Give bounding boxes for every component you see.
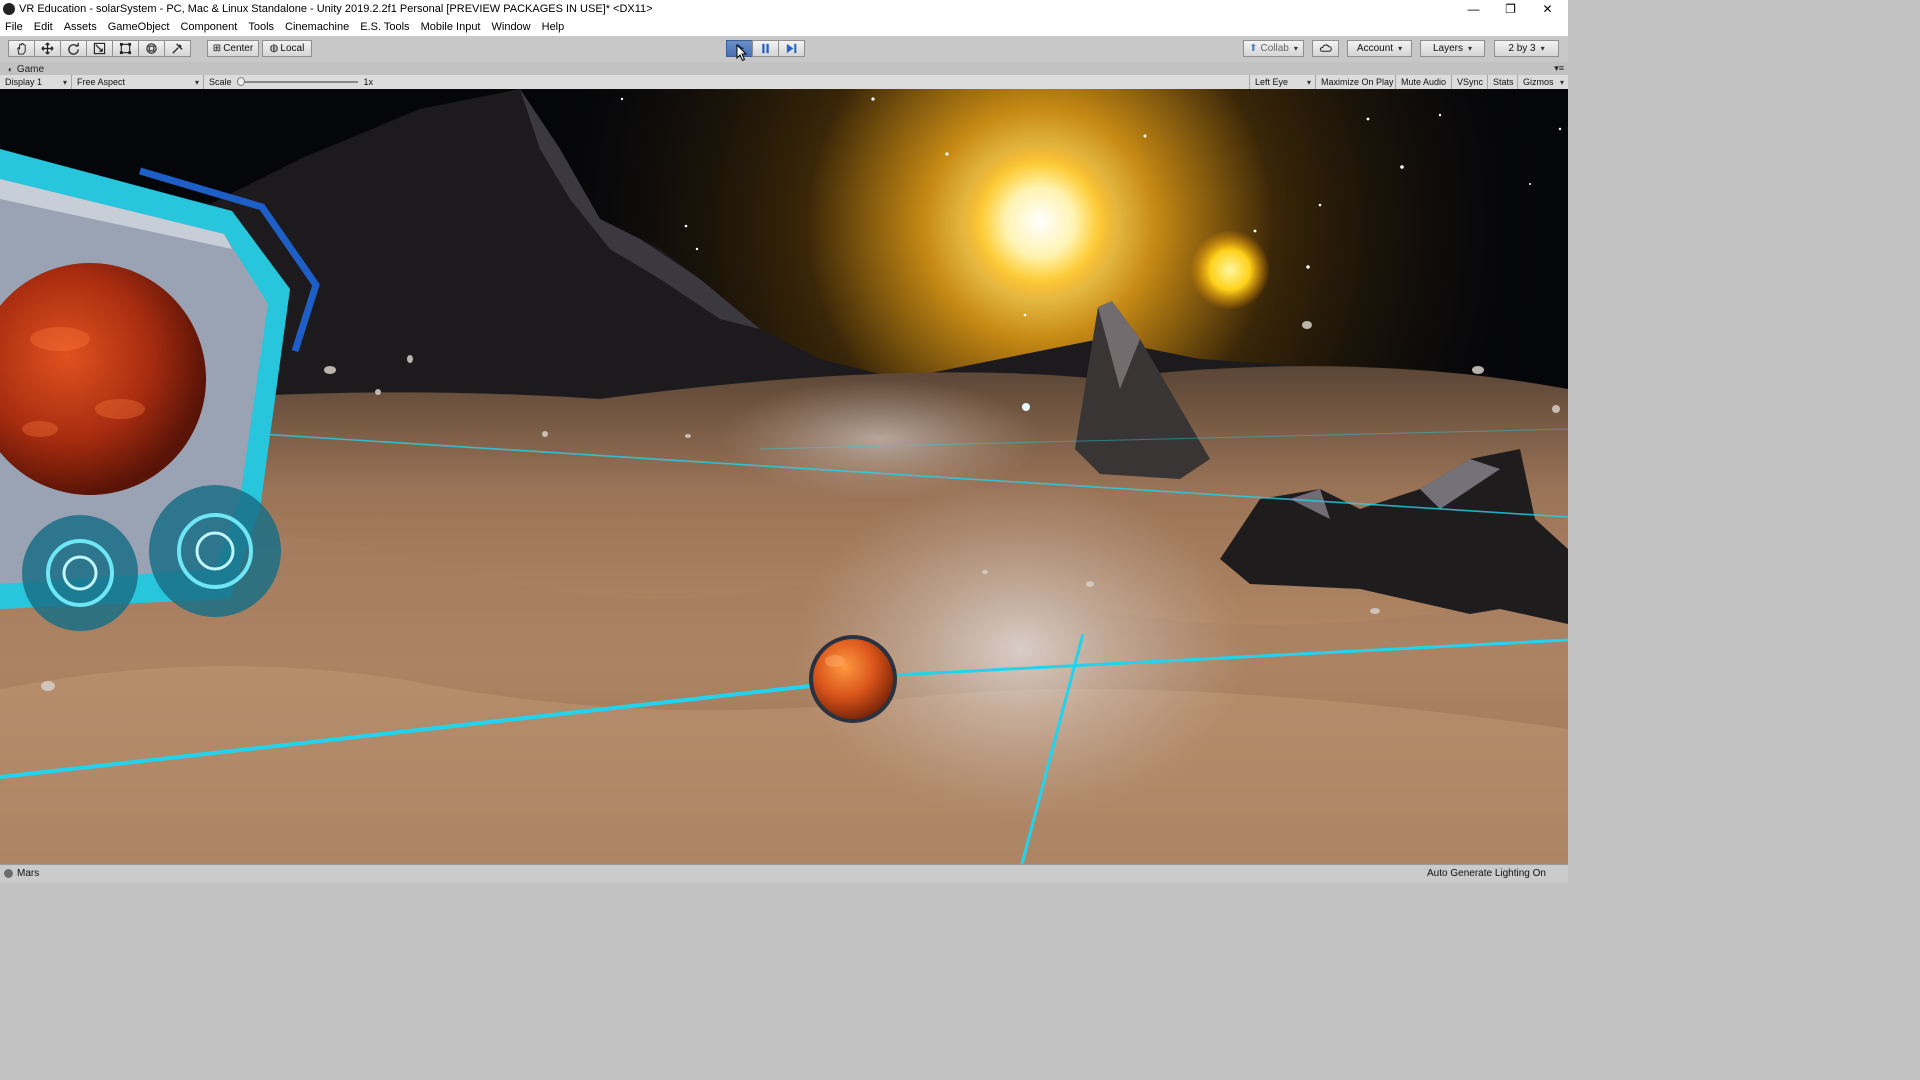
scale-value: 1x — [363, 77, 374, 87]
unity-logo-icon — [3, 3, 15, 15]
menu-help[interactable]: Help — [542, 21, 565, 33]
mouse-cursor-icon — [736, 44, 748, 62]
tab-menu-icon[interactable]: ▾≡ — [1554, 63, 1564, 74]
layers-label: Layers — [1432, 43, 1463, 54]
rotate-icon — [68, 42, 79, 55]
move-icon — [41, 42, 54, 55]
sun-small — [1190, 230, 1270, 310]
wheel-right — [149, 485, 281, 617]
space-label: Local — [280, 43, 305, 54]
maximize-label: Maximize On Play — [1321, 77, 1394, 87]
cloud-services-button[interactable] — [1312, 40, 1339, 57]
menu-cinemachine[interactable]: Cinemachine — [285, 21, 349, 33]
menu-es-tools[interactable]: E.S. Tools — [360, 21, 409, 33]
gizmos-label: Gizmos — [1523, 77, 1554, 87]
restore-button[interactable]: ❐ — [1492, 0, 1529, 18]
main-toolbar: ⊞ Center ◍ Local ⬆ Collab Account Layers… — [0, 36, 1568, 63]
game-view-icon: ◐ — [8, 65, 13, 74]
aspect-dropdown[interactable]: Free Aspect — [72, 75, 204, 89]
status-message: Mars — [17, 868, 40, 879]
maximize-on-play-toggle[interactable]: Maximize On Play — [1316, 75, 1396, 89]
game-viewport[interactable] — [0, 89, 1568, 864]
wrench-icon — [172, 43, 183, 54]
display-dropdown[interactable]: Display 1 — [0, 75, 72, 89]
step-button[interactable] — [778, 40, 805, 57]
custom-tool-button[interactable] — [164, 40, 191, 57]
hand-tool-button[interactable] — [8, 40, 35, 57]
menu-bar: File Edit Assets GameObject Component To… — [0, 18, 1568, 36]
layout-dropdown[interactable]: 2 by 3 — [1494, 40, 1559, 57]
close-button[interactable]: ✕ — [1529, 0, 1566, 18]
rotate-tool-button[interactable] — [60, 40, 87, 57]
game-tab-label: Game — [16, 64, 45, 75]
pause-icon — [762, 43, 769, 54]
scale-control: Scale 1x — [204, 75, 380, 89]
account-label: Account — [1356, 43, 1394, 54]
collab-dropdown[interactable]: ⬆ Collab — [1243, 40, 1304, 57]
move-tool-button[interactable] — [34, 40, 61, 57]
menu-assets[interactable]: Assets — [64, 21, 97, 33]
layers-dropdown[interactable]: Layers — [1420, 40, 1485, 57]
collab-icon: ⬆ — [1249, 43, 1258, 54]
account-dropdown[interactable]: Account — [1347, 40, 1412, 57]
window-titlebar: VR Education - solarSystem - PC, Mac & L… — [0, 0, 1568, 18]
glowing-particle — [1022, 403, 1030, 411]
local-icon: ◍ — [269, 43, 279, 54]
scale-slider-thumb[interactable] — [236, 77, 245, 86]
mars-planet-small[interactable] — [809, 635, 897, 723]
gizmos-dropdown[interactable]: Gizmos — [1518, 75, 1568, 89]
transform-tool-button[interactable] — [138, 40, 165, 57]
menu-mobile-input[interactable]: Mobile Input — [421, 21, 481, 33]
eye-label: Left Eye — [1255, 77, 1289, 87]
stats-label: Stats — [1493, 77, 1514, 87]
layout-label: 2 by 3 — [1508, 43, 1536, 54]
pivot-label: Center — [223, 43, 254, 54]
scale-label: Scale — [209, 77, 232, 87]
scale-tool-button[interactable] — [86, 40, 113, 57]
rect-tool-button[interactable] — [112, 40, 139, 57]
console-message[interactable]: Mars — [4, 868, 39, 879]
menu-tools[interactable]: Tools — [248, 21, 274, 33]
cloud-icon — [1319, 44, 1332, 52]
game-view-controls: Display 1 Free Aspect Scale 1x Left Eye … — [0, 75, 1568, 90]
menu-edit[interactable]: Edit — [34, 21, 53, 33]
display-label: Display 1 — [5, 77, 43, 87]
aspect-label: Free Aspect — [77, 77, 126, 87]
minimize-button[interactable]: — — [1455, 0, 1492, 18]
mute-audio-toggle[interactable]: Mute Audio — [1396, 75, 1452, 89]
transform-icon — [146, 43, 157, 54]
pause-button[interactable] — [752, 40, 779, 57]
eye-dropdown[interactable]: Left Eye — [1249, 75, 1316, 89]
menu-window[interactable]: Window — [492, 21, 531, 33]
pivot-icon: ⊞ — [212, 43, 222, 54]
step-icon — [786, 43, 797, 54]
rect-icon — [119, 42, 132, 55]
game-scene-render — [0, 89, 1568, 864]
info-icon — [4, 869, 13, 878]
hand-icon — [17, 42, 26, 55]
vsync-label: VSync — [1457, 77, 1484, 87]
planet-info-panel[interactable] — [0, 149, 320, 631]
status-bar: Mars Auto Generate Lighting On — [0, 864, 1568, 883]
mute-label: Mute Audio — [1401, 77, 1447, 87]
menu-gameobject[interactable]: GameObject — [108, 21, 170, 33]
scale-icon — [93, 42, 106, 55]
wheel-left — [22, 515, 138, 631]
vsync-toggle[interactable]: VSync — [1452, 75, 1488, 89]
lighting-status: Auto Generate Lighting On — [1427, 868, 1546, 879]
collab-label: Collab — [1260, 43, 1289, 54]
scale-slider[interactable] — [236, 77, 358, 87]
menu-file[interactable]: File — [5, 21, 23, 33]
window-title: VR Education - solarSystem - PC, Mac & L… — [19, 3, 653, 15]
menu-component[interactable]: Component — [180, 21, 237, 33]
pivot-local-toggle[interactable]: ◍ Local — [262, 40, 312, 57]
game-tab-strip: ◐ Game ▾≡ — [0, 62, 1568, 76]
scale-slider-track — [237, 81, 358, 83]
stats-toggle[interactable]: Stats — [1488, 75, 1518, 89]
pivot-center-toggle[interactable]: ⊞ Center — [207, 40, 259, 57]
sun-large — [962, 144, 1118, 300]
